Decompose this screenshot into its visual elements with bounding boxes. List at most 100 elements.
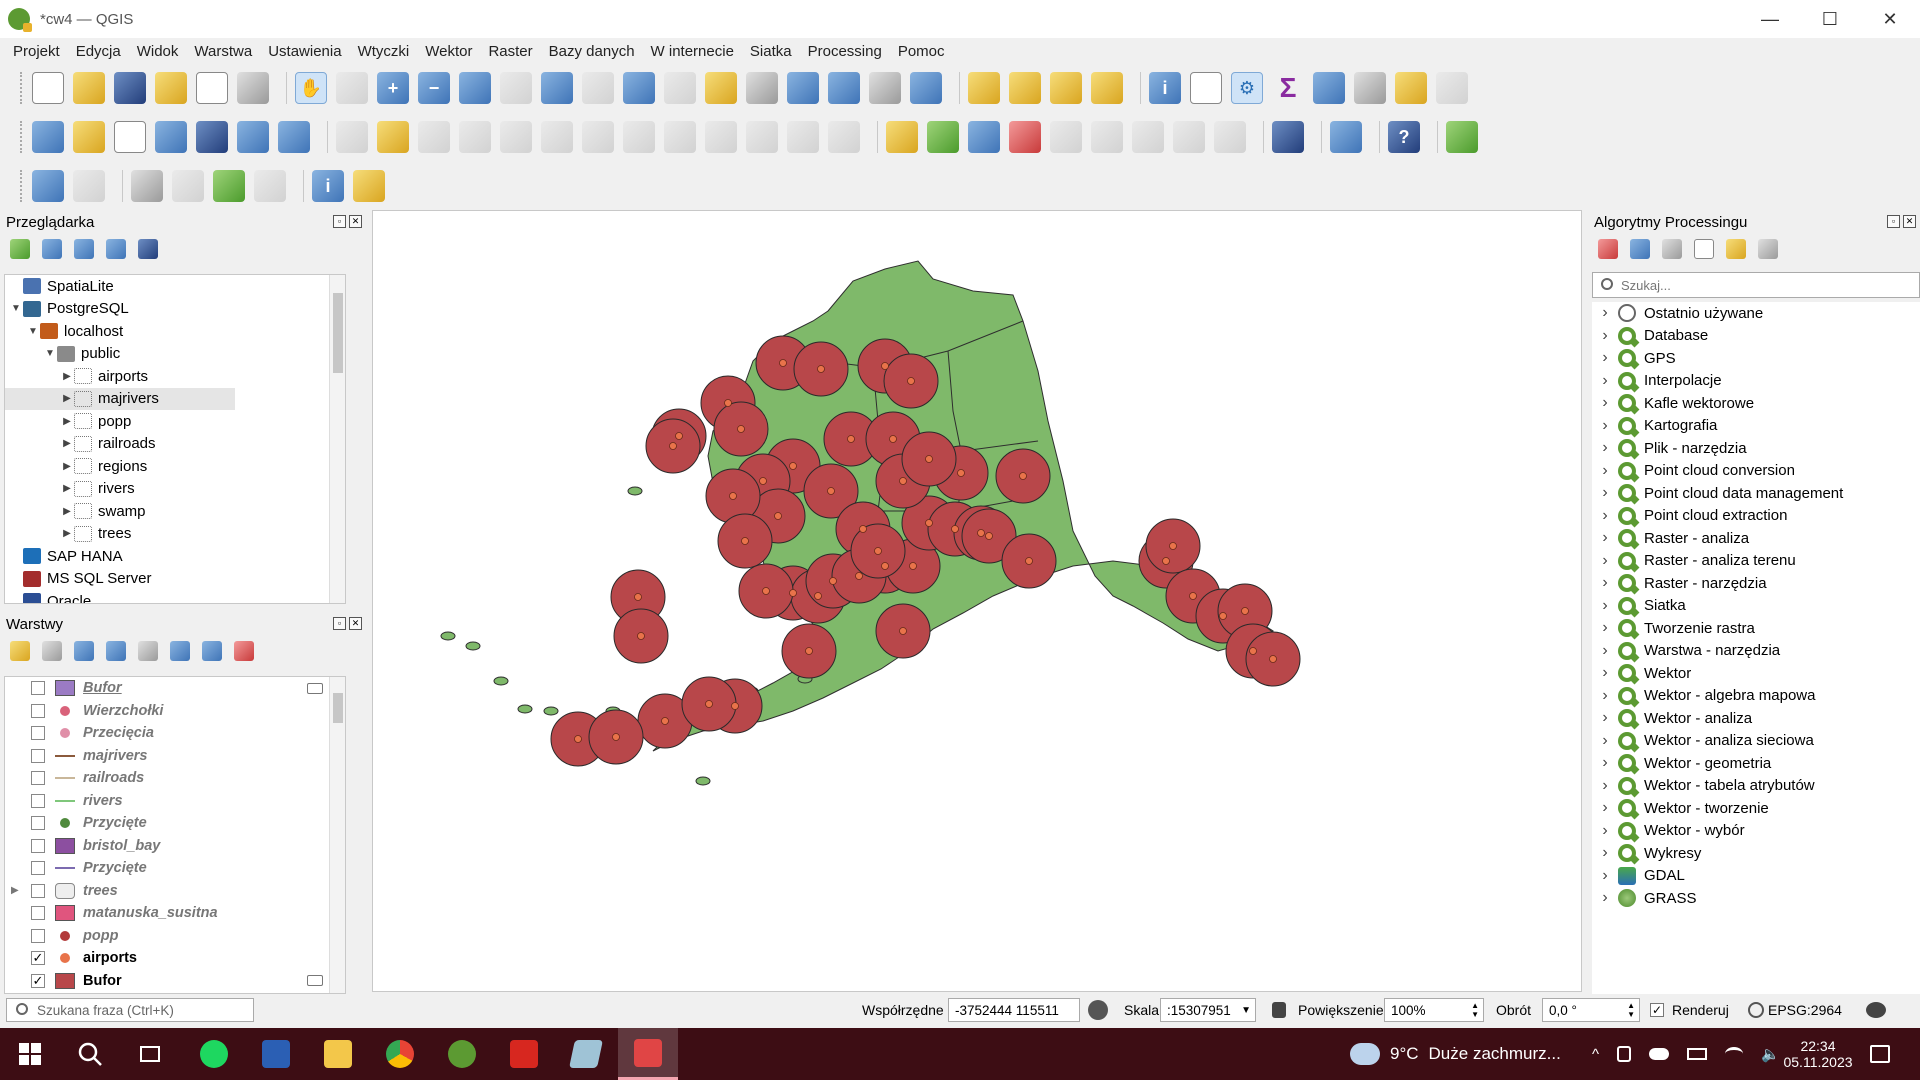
- processing-provider-item[interactable]: › Wykresy: [1592, 842, 1920, 865]
- map-tips-icon[interactable]: [1395, 72, 1427, 104]
- rotate-label-icon[interactable]: [1132, 121, 1164, 153]
- python-console-icon[interactable]: [1330, 121, 1362, 153]
- layer-visibility-checkbox[interactable]: [31, 906, 45, 921]
- collapsed-arrow-icon[interactable]: ▶: [60, 393, 74, 404]
- processing-provider-item[interactable]: › Interpolacje: [1592, 370, 1920, 393]
- scale-field[interactable]: :15307951 ▼: [1160, 998, 1256, 1022]
- copy-features-icon[interactable]: [705, 121, 737, 153]
- new-temporary-layer-icon[interactable]: [196, 121, 228, 153]
- current-edits-icon[interactable]: [336, 121, 368, 153]
- collapsed-arrow-icon[interactable]: ›: [1598, 462, 1612, 480]
- layer-visibility-checkbox[interactable]: [31, 928, 45, 943]
- open-project-icon[interactable]: [73, 72, 105, 104]
- processing-provider-item[interactable]: › Raster - narzędzia: [1592, 572, 1920, 595]
- collapsed-arrow-icon[interactable]: ›: [1598, 327, 1612, 345]
- menu-edycja[interactable]: Edycja: [76, 43, 121, 60]
- messages-icon[interactable]: [1866, 1002, 1886, 1018]
- show-hidden-icons-icon[interactable]: ^: [1592, 1046, 1599, 1063]
- vertex-editor-icon[interactable]: [172, 170, 204, 202]
- search-taskbar-icon[interactable]: [72, 1036, 108, 1072]
- processing-provider-item[interactable]: › Raster - analiza: [1592, 527, 1920, 550]
- info-icon[interactable]: i: [312, 170, 344, 202]
- layer-item[interactable]: rivers: [5, 790, 345, 813]
- menu-ustawienia[interactable]: Ustawienia: [268, 43, 341, 60]
- collapsed-arrow-icon[interactable]: ›: [1598, 619, 1612, 637]
- deselect-all-icon[interactable]: [1050, 72, 1082, 104]
- processing-provider-item[interactable]: › Point cloud conversion: [1592, 460, 1920, 483]
- new-project-icon[interactable]: [32, 72, 64, 104]
- toggle-editing-icon[interactable]: [377, 121, 409, 153]
- layer-visibility-checkbox[interactable]: [31, 771, 45, 786]
- zoom-native-icon[interactable]: [582, 72, 614, 104]
- menu-wektor[interactable]: Wektor: [425, 43, 472, 60]
- select-by-value-icon[interactable]: [1009, 72, 1041, 104]
- browser-item[interactable]: ▶ railroads: [5, 433, 345, 456]
- notifications-icon[interactable]: [1870, 1028, 1890, 1080]
- browser-item[interactable]: ▶ swamp: [5, 500, 345, 523]
- expanded-arrow-icon[interactable]: ▼: [9, 303, 23, 314]
- manage-map-themes-icon[interactable]: [74, 641, 94, 661]
- layer-visibility-checkbox[interactable]: [31, 681, 45, 696]
- browser-item[interactable]: ▶ regions: [5, 455, 345, 478]
- filter-by-expression-icon[interactable]: [138, 641, 158, 661]
- magnifier-field[interactable]: 100% ▲ ▼: [1384, 998, 1484, 1022]
- chevron-down-icon[interactable]: ▼: [1241, 1005, 1251, 1016]
- map-svg[interactable]: [373, 211, 1581, 991]
- zoom-in-icon[interactable]: +: [377, 72, 409, 104]
- weather-widget[interactable]: 9°C Duże zachmurz...: [1350, 1028, 1561, 1080]
- refresh-icon[interactable]: [910, 72, 942, 104]
- expand-all-icon[interactable]: [170, 641, 190, 661]
- gps-tools-icon[interactable]: [131, 170, 163, 202]
- layer-visibility-checkbox[interactable]: [31, 793, 45, 808]
- processing-provider-item[interactable]: › Point cloud data management: [1592, 482, 1920, 505]
- processing-toolbox-icon[interactable]: ⚙: [1231, 72, 1263, 104]
- collapsed-arrow-icon[interactable]: ▶: [60, 416, 74, 427]
- collapsed-arrow-icon[interactable]: ›: [1598, 394, 1612, 412]
- label-toolbar-icon[interactable]: [886, 121, 918, 153]
- add-layers-icon[interactable]: [10, 239, 30, 259]
- new-spatialite-layer-icon[interactable]: [155, 121, 187, 153]
- add-raster-layer-icon[interactable]: [237, 121, 269, 153]
- refresh-browser-icon[interactable]: [42, 239, 62, 259]
- filter-indicator-icon[interactable]: [307, 975, 323, 987]
- spinner-arrows-icon[interactable]: ▲ ▼: [1627, 1001, 1635, 1019]
- processing-provider-item[interactable]: › Kartografia: [1592, 415, 1920, 438]
- filter-indicator-icon[interactable]: [307, 682, 323, 694]
- browser-item[interactable]: Oracle: [5, 590, 345, 603]
- processing-provider-item[interactable]: › Wektor - algebra mapowa: [1592, 685, 1920, 708]
- open-layer-styling-icon[interactable]: [10, 641, 30, 661]
- data-source-manager-icon[interactable]: [32, 121, 64, 153]
- diagram-options-icon[interactable]: [927, 121, 959, 153]
- layer-item[interactable]: bristol_bay: [5, 835, 345, 858]
- collapsed-arrow-icon[interactable]: ›: [1598, 867, 1612, 885]
- collapsed-arrow-icon[interactable]: ›: [1598, 889, 1612, 907]
- offset-point-icon[interactable]: [254, 170, 286, 202]
- menu-raster[interactable]: Raster: [488, 43, 532, 60]
- layer-item[interactable]: Wierzchołki: [5, 700, 345, 723]
- add-feature-icon[interactable]: [500, 121, 532, 153]
- select-features-icon[interactable]: [968, 72, 1000, 104]
- filter-browser-icon[interactable]: [74, 239, 94, 259]
- menu-projekt[interactable]: Projekt: [13, 43, 60, 60]
- processing-provider-item[interactable]: › GPS: [1592, 347, 1920, 370]
- layer-visibility-checkbox[interactable]: [31, 726, 45, 741]
- undo-icon[interactable]: [787, 121, 819, 153]
- collapsed-arrow-icon[interactable]: ›: [1598, 799, 1612, 817]
- redo-icon[interactable]: [828, 121, 860, 153]
- layer-visibility-checkbox[interactable]: [31, 748, 45, 763]
- layer-visibility-checkbox[interactable]: ✓: [31, 973, 45, 988]
- new-print-layout-icon[interactable]: [155, 72, 187, 104]
- processing-provider-item[interactable]: › Raster - analiza terenu: [1592, 550, 1920, 573]
- attribute-table-icon[interactable]: [1190, 72, 1222, 104]
- browser-item[interactable]: MS SQL Server: [5, 568, 345, 591]
- settings-wrench-icon[interactable]: [353, 170, 385, 202]
- collapse-all-layers-icon[interactable]: [202, 641, 222, 661]
- render-checkbox[interactable]: ✓: [1650, 1003, 1664, 1017]
- style-manager-icon[interactable]: [237, 72, 269, 104]
- processing-provider-item[interactable]: › Kafle wektorowe: [1592, 392, 1920, 415]
- layer-visibility-checkbox[interactable]: [31, 861, 45, 876]
- zoom-out-icon[interactable]: −: [418, 72, 450, 104]
- browser-item[interactable]: ▶ popp: [5, 410, 345, 433]
- select-by-location-icon[interactable]: [1091, 72, 1123, 104]
- start-button[interactable]: [12, 1036, 48, 1072]
